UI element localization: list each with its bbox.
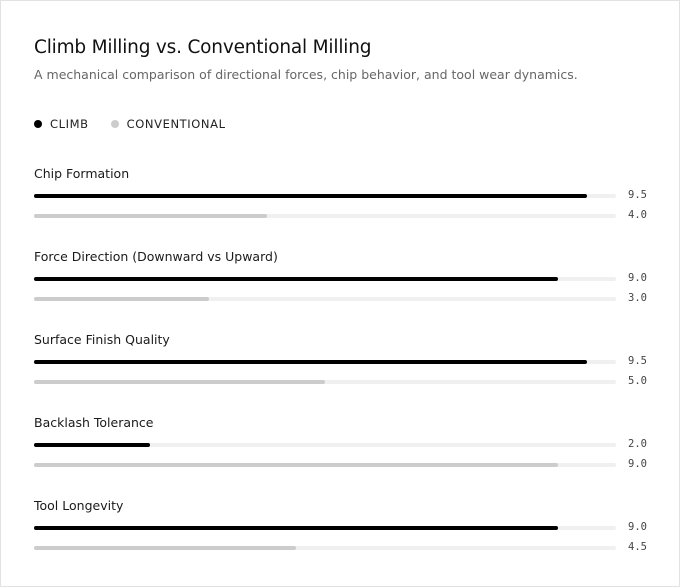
bar-climb — [34, 194, 587, 198]
bar-climb — [34, 526, 558, 530]
chart-card: Climb Milling vs. Conventional Milling A… — [0, 0, 680, 587]
bar-track — [34, 443, 616, 447]
bar-row: Chip Formation 9.5 4.0 — [34, 164, 674, 247]
bar-conventional — [34, 546, 296, 550]
bar-conventional — [34, 214, 267, 218]
bar-row: Force Direction (Downward vs Upward) 9.0 3… — [34, 247, 674, 330]
legend-item-conventional: CONVENTIONAL — [110, 117, 226, 131]
bar-track — [34, 546, 616, 550]
category-label: Surface Finish Quality — [34, 332, 170, 347]
bar-conventional — [34, 463, 558, 467]
bar-row: Surface Finish Quality 9.5 5.0 — [34, 330, 674, 413]
bar-rows: Chip Formation 9.5 4.0 Force Direction (Dow… — [34, 164, 674, 579]
chart-subtitle: A mechanical comparison of directional f… — [34, 67, 578, 82]
value-label: 9.0 — [628, 458, 647, 470]
bar-track — [34, 297, 616, 301]
legend-swatch-climb — [34, 120, 42, 128]
value-label: 9.0 — [628, 272, 647, 284]
bar-track — [34, 526, 616, 530]
bar-row: Tool Longevity 9.0 4.5 — [34, 496, 674, 579]
value-label: 9.0 — [628, 521, 647, 533]
bar-track — [34, 380, 616, 384]
bar-conventional — [34, 297, 209, 301]
bar-track — [34, 214, 616, 218]
bar-track — [34, 463, 616, 467]
bar-track — [34, 277, 616, 281]
legend-item-climb: CLIMB — [34, 117, 89, 131]
bar-track — [34, 360, 616, 364]
value-label: 2.0 — [628, 438, 647, 450]
category-label: Tool Longevity — [34, 498, 124, 513]
bar-row: Backlash Tolerance 2.0 9.0 — [34, 413, 674, 496]
value-label: 4.5 — [628, 541, 647, 553]
legend-label-climb: CLIMB — [50, 117, 89, 131]
bar-conventional — [34, 380, 325, 384]
bar-track — [34, 194, 616, 198]
bar-climb — [34, 443, 151, 447]
bar-climb — [34, 360, 587, 364]
category-label: Force Direction (Downward vs Upward) — [34, 249, 278, 264]
bar-climb — [34, 277, 558, 281]
value-label: 5.0 — [628, 375, 647, 387]
value-label: 9.5 — [628, 189, 647, 201]
legend-label-conventional: CONVENTIONAL — [126, 117, 226, 131]
value-label: 3.0 — [628, 292, 647, 304]
category-label: Chip Formation — [34, 166, 130, 181]
value-label: 4.0 — [628, 209, 647, 221]
legend-swatch-conventional — [110, 120, 119, 128]
legend: CLIMB CONVENTIONAL — [34, 117, 248, 131]
value-label: 9.5 — [628, 355, 647, 367]
category-label: Backlash Tolerance — [34, 415, 154, 430]
chart-title: Climb Milling vs. Conventional Milling — [34, 37, 372, 58]
